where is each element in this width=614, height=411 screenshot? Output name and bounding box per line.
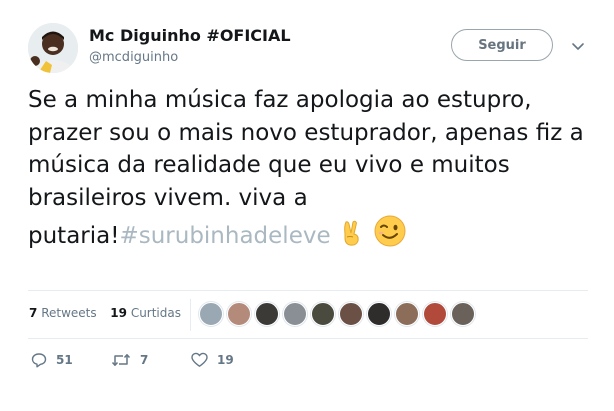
liker-avatars bbox=[199, 302, 479, 328]
winking-face-emoji-icon bbox=[373, 214, 407, 258]
retweet-icon bbox=[111, 354, 131, 366]
author-handle[interactable]: @mcdiguinho bbox=[89, 50, 178, 65]
liker-avatar[interactable] bbox=[339, 302, 363, 326]
liker-avatar[interactable] bbox=[283, 302, 307, 326]
liker-avatar[interactable] bbox=[199, 302, 223, 326]
tweet-card: Mc Diguinho #OFICIAL @mcdiguinho Seguir … bbox=[0, 0, 614, 411]
like-action[interactable]: 19 bbox=[191, 352, 234, 368]
engagement-stats: 7 Retweets 19 Curtidas bbox=[29, 306, 181, 320]
author-avatar[interactable] bbox=[28, 23, 78, 73]
like-action-count: 19 bbox=[217, 353, 234, 367]
retweets-count: 7 bbox=[29, 306, 38, 320]
reply-count: 51 bbox=[56, 353, 73, 367]
tweet-text: Se a minha música faz apologia ao estupr… bbox=[28, 84, 588, 258]
heart-icon bbox=[191, 352, 208, 367]
divider-top bbox=[28, 290, 588, 291]
victory-hand-emoji-icon bbox=[337, 218, 367, 258]
retweet-action-count: 7 bbox=[140, 353, 149, 367]
liker-avatar[interactable] bbox=[255, 302, 279, 326]
retweets-label: Retweets bbox=[41, 306, 97, 320]
likes-stat[interactable]: 19 Curtidas bbox=[110, 306, 181, 320]
liker-avatar[interactable] bbox=[311, 302, 335, 326]
hashtag-link[interactable]: #surubinhadeleve bbox=[119, 223, 330, 249]
follow-button[interactable]: Seguir bbox=[451, 29, 553, 61]
liker-avatar[interactable] bbox=[227, 302, 251, 326]
reply-icon bbox=[31, 353, 47, 368]
divider-bottom bbox=[28, 338, 588, 339]
likes-label: Curtidas bbox=[130, 306, 181, 320]
avatar-image bbox=[28, 23, 78, 73]
stats-divider bbox=[190, 299, 191, 331]
retweet-action[interactable]: 7 bbox=[111, 352, 148, 368]
chevron-down-icon[interactable] bbox=[570, 39, 586, 55]
liker-avatar[interactable] bbox=[451, 302, 475, 326]
liker-avatar[interactable] bbox=[423, 302, 447, 326]
likes-count: 19 bbox=[110, 306, 127, 320]
liker-avatar[interactable] bbox=[367, 302, 391, 326]
liker-avatar[interactable] bbox=[395, 302, 419, 326]
reply-action[interactable]: 51 bbox=[31, 352, 73, 368]
retweets-stat[interactable]: 7 Retweets bbox=[29, 306, 97, 320]
author-name[interactable]: Mc Diguinho #OFICIAL bbox=[89, 26, 291, 45]
